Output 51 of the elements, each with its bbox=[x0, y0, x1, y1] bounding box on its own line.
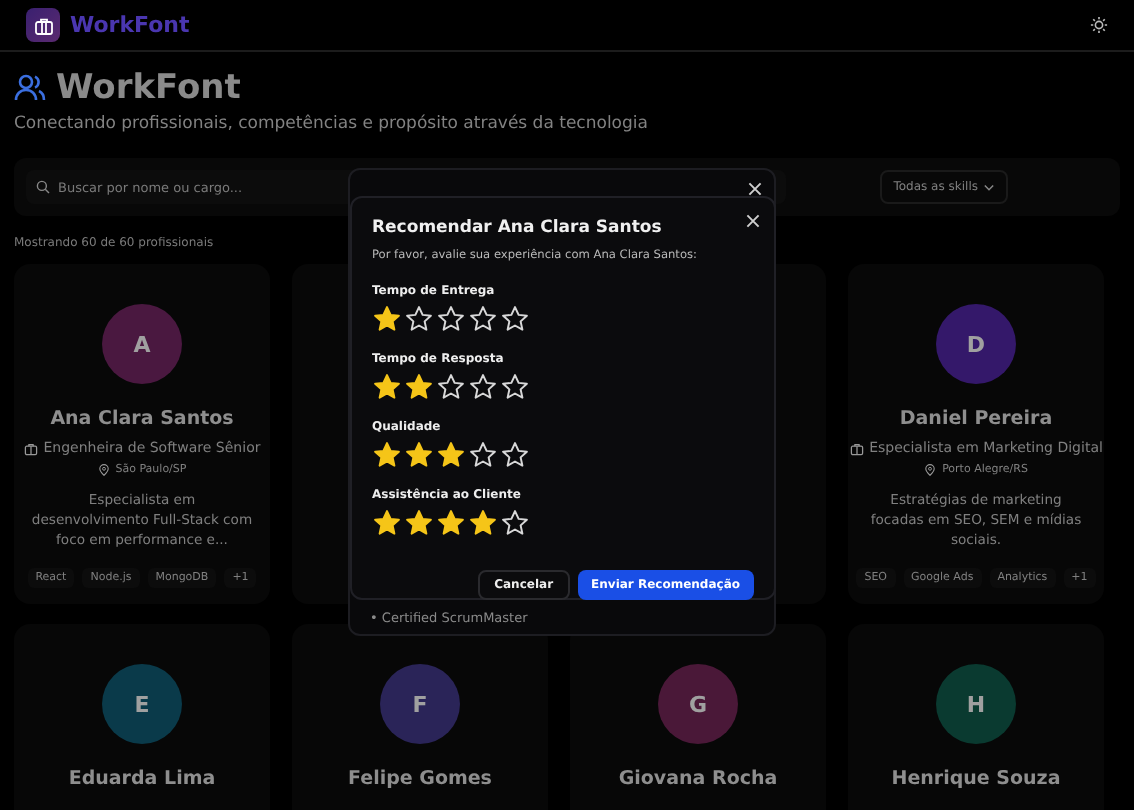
empty-star-icon[interactable] bbox=[468, 304, 498, 334]
profile-card[interactable]: H Henrique Souza bbox=[848, 624, 1104, 810]
filled-star-icon[interactable] bbox=[404, 372, 434, 402]
close-icon[interactable] bbox=[748, 182, 762, 196]
sun-icon[interactable] bbox=[1090, 16, 1108, 34]
avatar: F bbox=[380, 664, 460, 744]
brand-name: WorkFont bbox=[70, 12, 190, 38]
empty-star-icon[interactable] bbox=[436, 372, 466, 402]
search-icon bbox=[36, 180, 50, 194]
empty-star-icon[interactable] bbox=[500, 304, 530, 334]
empty-star-icon[interactable] bbox=[468, 372, 498, 402]
location-pin-icon bbox=[97, 464, 110, 476]
avatar: D bbox=[936, 304, 1016, 384]
page-title: WorkFont bbox=[56, 68, 241, 108]
filled-star-icon[interactable] bbox=[372, 372, 402, 402]
profile-card[interactable]: G Giovana Rocha bbox=[570, 624, 826, 810]
filled-star-icon[interactable] bbox=[436, 440, 466, 470]
profile-name: Felipe Gomes bbox=[348, 768, 492, 790]
empty-star-icon[interactable] bbox=[404, 304, 434, 334]
empty-star-icon[interactable] bbox=[500, 440, 530, 470]
profile-name: Eduarda Lima bbox=[68, 768, 216, 790]
profile-card[interactable]: F Felipe Gomes bbox=[292, 624, 548, 810]
profile-name: Giovana Rocha bbox=[618, 768, 778, 790]
profile-name: Ana Clara Santos bbox=[50, 408, 234, 430]
avatar: E bbox=[102, 664, 182, 744]
empty-star-icon[interactable] bbox=[436, 304, 466, 334]
briefcase-icon bbox=[849, 441, 864, 455]
avatar: G bbox=[658, 664, 738, 744]
location-pin-icon bbox=[924, 464, 937, 476]
filled-star-icon[interactable] bbox=[468, 508, 498, 538]
logo-icon bbox=[26, 8, 60, 42]
page-subtitle: Conectando profissionais, competências e propósito através da tecnologia bbox=[14, 114, 650, 134]
empty-star-icon[interactable] bbox=[500, 508, 530, 538]
dialog-title: Recomendar Ana Clara Santos bbox=[372, 218, 664, 238]
chevron-down-icon bbox=[984, 183, 994, 191]
profile-name: Daniel Pereira bbox=[899, 408, 1053, 430]
empty-star-icon[interactable] bbox=[468, 440, 498, 470]
avatar: H bbox=[936, 664, 1016, 744]
profile-card[interactable]: E Eduarda Lima bbox=[14, 624, 270, 810]
empty-star-icon[interactable] bbox=[500, 372, 530, 402]
filled-star-icon[interactable] bbox=[372, 304, 402, 334]
avatar: A bbox=[102, 304, 182, 384]
filled-star-icon[interactable] bbox=[372, 440, 402, 470]
profile-name: Henrique Souza bbox=[891, 768, 1061, 790]
filled-star-icon[interactable] bbox=[404, 440, 434, 470]
filled-star-icon[interactable] bbox=[436, 508, 466, 538]
close-icon[interactable] bbox=[746, 214, 760, 228]
users-icon bbox=[14, 74, 46, 102]
briefcase-icon bbox=[23, 441, 38, 455]
filled-star-icon[interactable] bbox=[404, 508, 434, 538]
filled-star-icon[interactable] bbox=[372, 508, 402, 538]
